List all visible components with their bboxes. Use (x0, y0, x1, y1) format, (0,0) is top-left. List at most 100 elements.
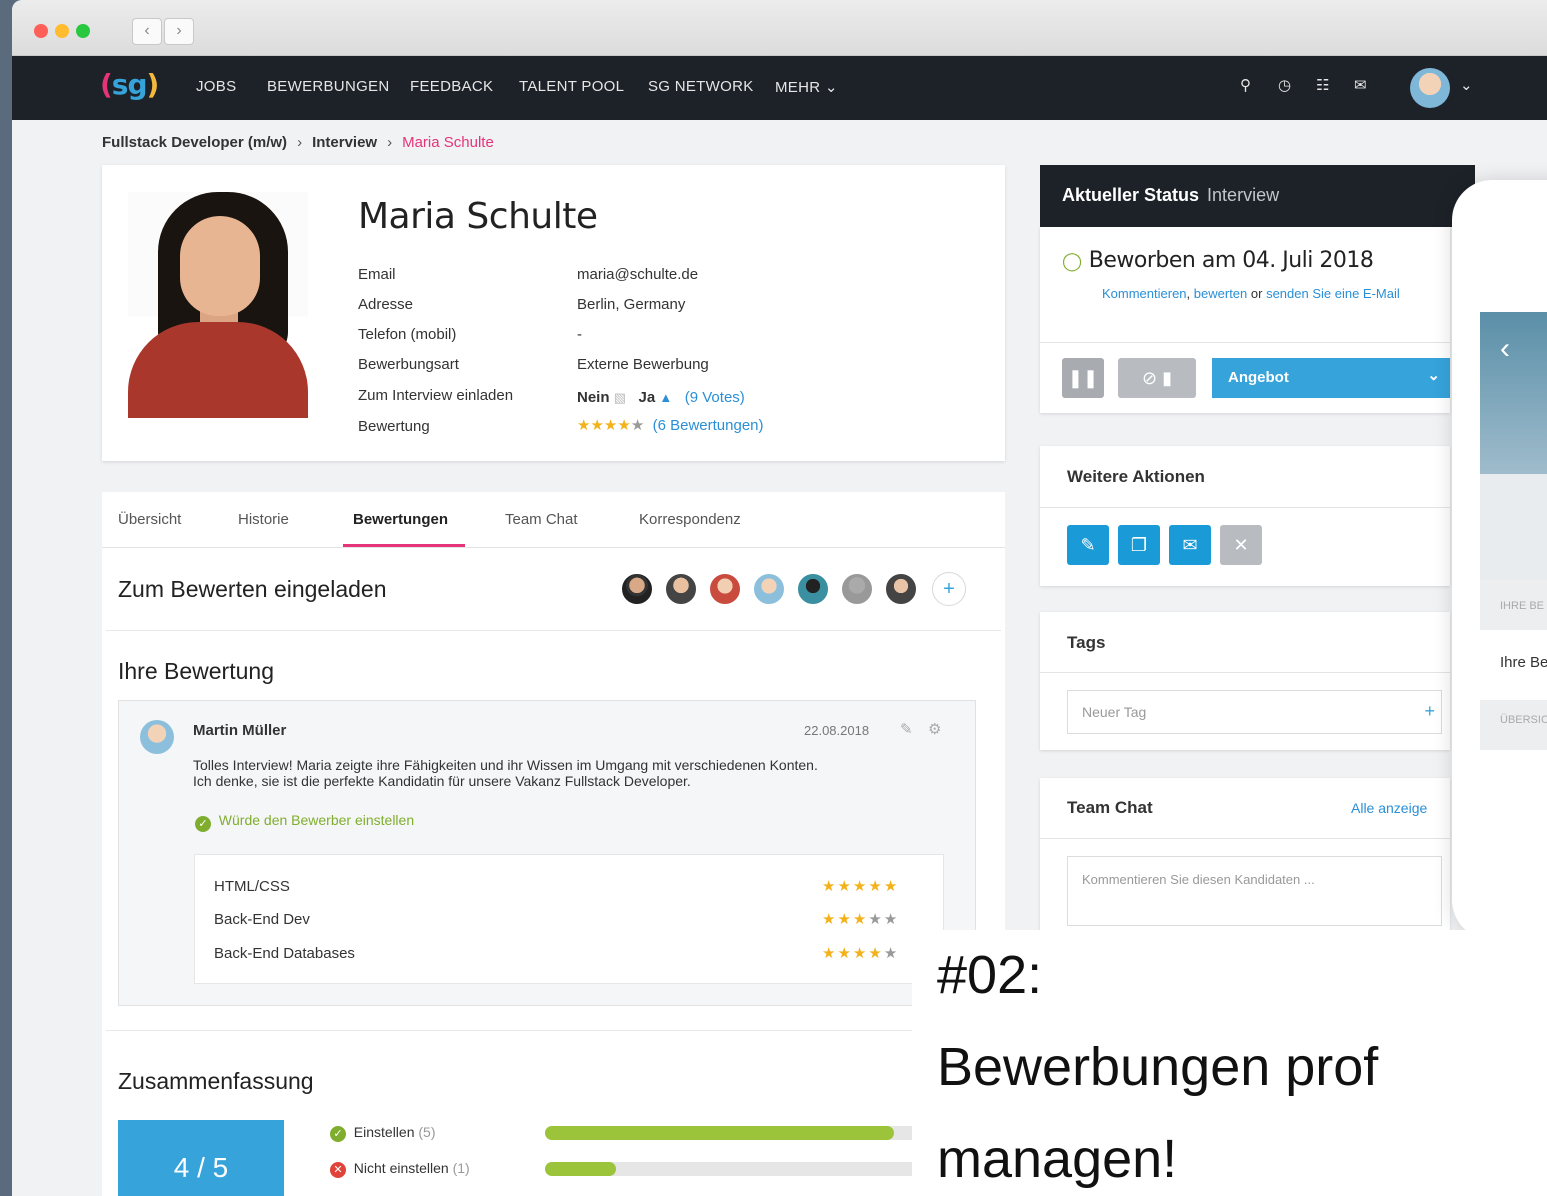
star-icon: ★ (617, 417, 631, 434)
nav-talent-pool[interactable]: TALENT POOL (519, 78, 624, 95)
forward-arrow-icon[interactable]: › (164, 18, 194, 45)
reviewer-avatar[interactable] (752, 572, 786, 606)
thumbs-up-icon[interactable]: ▲ (659, 390, 672, 405)
reviewer-avatar[interactable] (796, 572, 830, 606)
tab-team-chat[interactable]: Team Chat (505, 511, 578, 528)
team-chat-title: Team Chat (1067, 798, 1153, 817)
more-actions-title: Weitere Aktionen (1067, 467, 1205, 486)
summary-label: Einstellen (353, 1124, 415, 1140)
user-avatar[interactable] (1410, 68, 1450, 108)
tab-overview[interactable]: Übersicht (118, 511, 181, 528)
summary-row-reject: ✕ Nicht einstellen (1) (330, 1160, 470, 1178)
review-date: 22.08.2018 (804, 723, 870, 738)
chevron-down-icon[interactable]: ⌄ (1427, 366, 1440, 384)
star-icon: ★ (822, 911, 838, 928)
search-icon[interactable]: ⚲ (1240, 76, 1251, 94)
chat-input[interactable]: Kommentieren Sie diesen Kandidaten ... (1067, 856, 1442, 926)
star-icon: ★ (822, 945, 838, 962)
nav-feedback[interactable]: FEEDBACK (410, 78, 493, 95)
reviewer-avatar[interactable] (840, 572, 874, 606)
tab-correspondence[interactable]: Korrespondenz (639, 511, 741, 528)
label-email: Email (358, 266, 396, 283)
ratings-link[interactable]: (6 Bewertungen) (653, 417, 764, 434)
value-phone: - (577, 326, 582, 343)
comment-link[interactable]: Kommentieren (1102, 286, 1187, 301)
mail-icon[interactable]: ✉ (1354, 76, 1367, 94)
star-icon: ★ (883, 945, 900, 962)
active-tab-indicator (343, 544, 465, 547)
add-icon[interactable]: + (1424, 701, 1435, 722)
vote-yes[interactable]: Ja (639, 389, 656, 406)
tab-ratings[interactable]: Bewertungen (353, 511, 448, 528)
reviewer-avatar[interactable] (884, 572, 918, 606)
back-arrow-icon[interactable]: ‹ (1500, 332, 1510, 366)
skill-stars: ★★★★★ (822, 877, 899, 895)
chevron-down-icon: ⌄ (824, 79, 838, 96)
reviewer-avatar[interactable] (664, 572, 698, 606)
divider (106, 630, 1001, 631)
applied-text: Beworben am 04. Juli 2018 (1088, 248, 1374, 273)
cart-icon[interactable]: ☷ (1316, 76, 1329, 94)
review-text-line: Ich denke, sie ist die perfekte Kandidat… (193, 773, 691, 789)
star-icon: ★ (852, 911, 869, 928)
mail-icon[interactable]: ✉ (1169, 525, 1211, 565)
star-icon: ★ (837, 945, 853, 962)
label-invite: Zum Interview einladen (358, 387, 514, 404)
summary-label: Nicht einstellen (353, 1160, 449, 1176)
chevron-down-icon[interactable]: ⌄ (1460, 76, 1473, 94)
settings-icon[interactable]: ⚙ (928, 720, 941, 738)
close-window-dot[interactable] (34, 24, 48, 38)
tab-history[interactable]: Historie (238, 511, 289, 528)
rate-link[interactable]: bewerten (1194, 286, 1247, 301)
status-actions: Kommentieren, bewerten or senden Sie ein… (1102, 286, 1400, 301)
phone-mockup: ‹ IHRE BE Ihre Be ÜBERSIC V (1452, 180, 1547, 940)
star-icon: ★ (630, 417, 645, 434)
label-type: Bewerbungsart (358, 356, 459, 373)
brand-logo[interactable]: (sg) (100, 68, 159, 101)
breadcrumb-stage[interactable]: Interview (312, 134, 377, 151)
reviewer-avatar[interactable] (620, 572, 654, 606)
divider (1040, 838, 1450, 839)
block-delete-button-group[interactable]: ⊘ ▮ (1118, 358, 1196, 398)
star-icon: ★ (590, 417, 604, 434)
offer-button[interactable]: Angebot ⌄ (1212, 358, 1450, 398)
nav-sg-network[interactable]: SG NETWORK (648, 78, 754, 95)
votes-link[interactable]: (9 Votes) (685, 389, 745, 406)
vote-no[interactable]: Nein (577, 389, 610, 406)
close-icon[interactable]: ✕ (1220, 525, 1262, 565)
nav-mehr[interactable]: MEHR ⌄ (775, 78, 838, 96)
back-arrow-icon[interactable]: ‹ (132, 18, 162, 45)
check-circle-icon: ◯ (1062, 251, 1082, 272)
reviewer-avatar[interactable] (708, 572, 742, 606)
maximize-window-dot[interactable] (76, 24, 90, 38)
breadcrumb: Fullstack Developer (m/w) › Interview › Mari… (102, 134, 494, 151)
your-review-title: Ihre Bewertung (118, 658, 274, 684)
browser-window: ‹ › (sg) JOBS BEWERBUNGEN FEEDBACK TALEN… (12, 0, 1547, 1196)
clock-icon[interactable]: ◷ (1278, 76, 1291, 94)
edit-icon[interactable]: ✎ (1067, 525, 1109, 565)
tag-input[interactable]: Neuer Tag + (1067, 690, 1442, 734)
copy-icon[interactable]: ❐ (1118, 525, 1160, 565)
add-reviewer-button[interactable]: + (932, 572, 966, 606)
pause-button[interactable]: ❚❚ (1062, 358, 1104, 398)
nav-mehr-label: MEHR (775, 79, 821, 96)
summary-count: (1) (452, 1160, 470, 1176)
thumbs-down-icon[interactable]: ▧ (614, 390, 626, 405)
star-icon: ★ (868, 945, 884, 962)
star-icon: ★ (868, 878, 884, 895)
email-link[interactable]: senden Sie eine E-Mail (1266, 286, 1400, 301)
chevron-right-icon: › (387, 134, 393, 151)
minimize-window-dot[interactable] (55, 24, 69, 38)
value-address: Berlin, Germany (577, 296, 686, 313)
value-email[interactable]: maria@schulte.de (577, 266, 698, 283)
show-all-link[interactable]: Alle anzeige (1351, 800, 1427, 816)
edit-icon[interactable]: ✎ (900, 720, 913, 738)
nav-bewerbungen[interactable]: BEWERBUNGEN (267, 78, 389, 95)
review-text: Tolles Interview! Maria zeigte ihre Fähi… (193, 757, 953, 789)
value-type: Externe Bewerbung (577, 356, 709, 373)
phone-item: Ihre Be (1500, 654, 1547, 671)
skill-stars: ★★★★★ (822, 944, 899, 962)
nav-jobs[interactable]: JOBS (196, 78, 236, 95)
breadcrumb-job[interactable]: Fullstack Developer (m/w) (102, 134, 287, 151)
star-icon: ★ (577, 417, 591, 434)
